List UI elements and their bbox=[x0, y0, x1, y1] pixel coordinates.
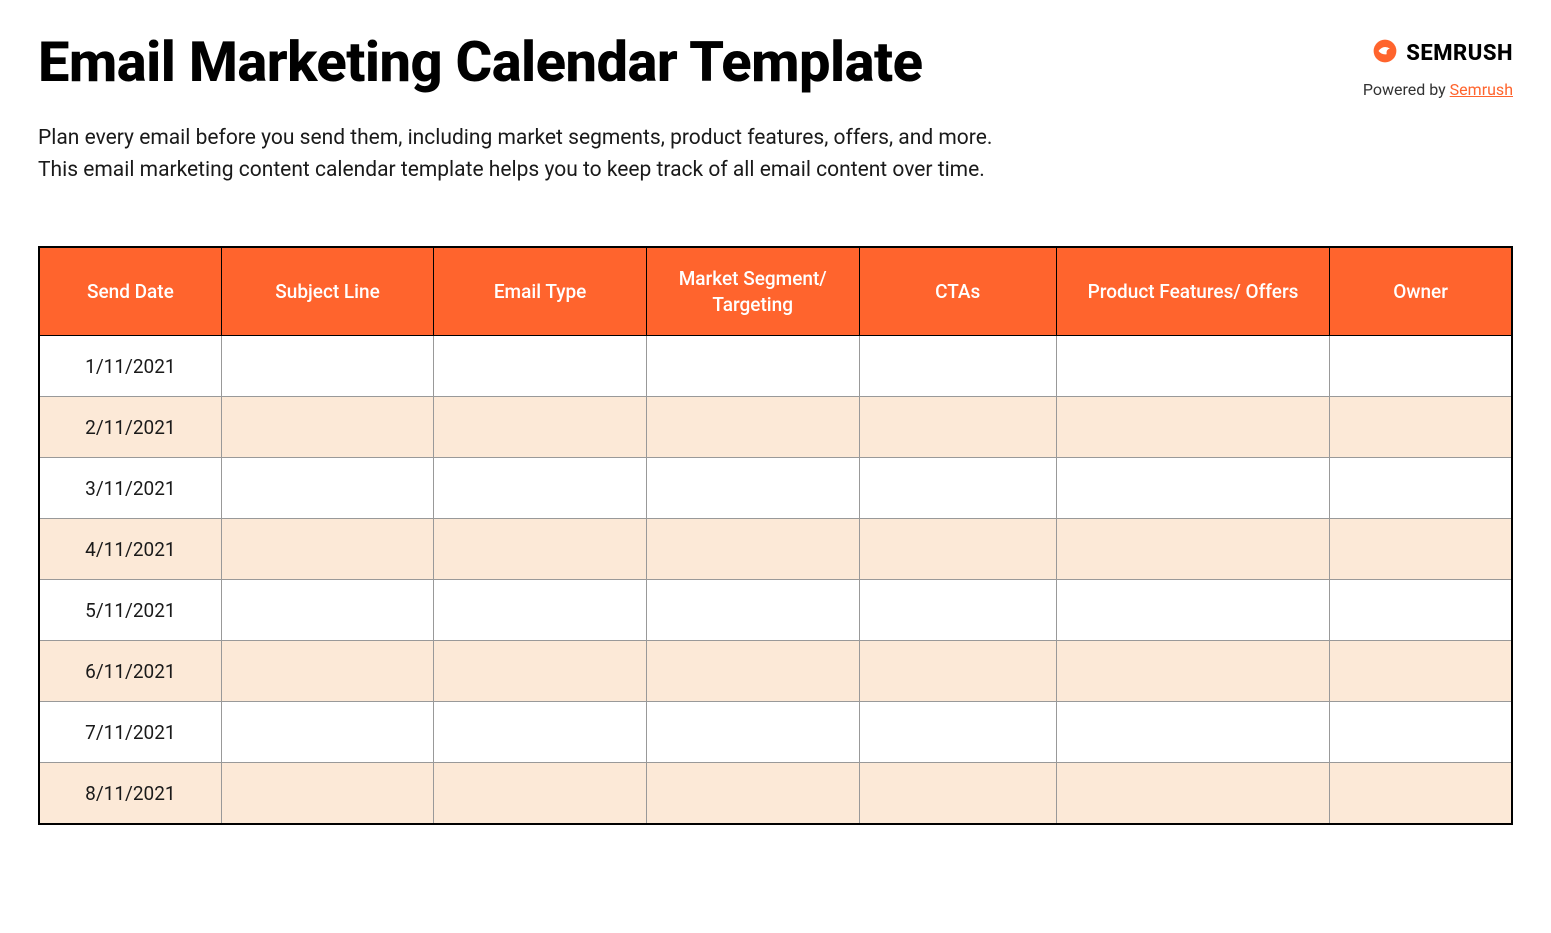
cell-market-segment bbox=[646, 519, 859, 580]
cell-subject-line bbox=[221, 458, 434, 519]
cell-ctas bbox=[859, 702, 1056, 763]
cell-subject-line bbox=[221, 336, 434, 397]
cell-market-segment bbox=[646, 702, 859, 763]
cell-owner bbox=[1330, 641, 1512, 702]
cell-ctas bbox=[859, 641, 1056, 702]
cell-ctas bbox=[859, 336, 1056, 397]
table-row: 8/11/2021 bbox=[39, 763, 1512, 824]
cell-subject-line bbox=[221, 702, 434, 763]
cell-email-type bbox=[434, 458, 647, 519]
table-row: 5/11/2021 bbox=[39, 580, 1512, 641]
cell-email-type bbox=[434, 397, 647, 458]
cell-owner bbox=[1330, 336, 1512, 397]
cell-send-date: 4/11/2021 bbox=[39, 519, 221, 580]
cell-market-segment bbox=[646, 336, 859, 397]
cell-ctas bbox=[859, 458, 1056, 519]
cell-send-date: 7/11/2021 bbox=[39, 702, 221, 763]
cell-email-type bbox=[434, 580, 647, 641]
cell-market-segment bbox=[646, 641, 859, 702]
cell-ctas bbox=[859, 397, 1056, 458]
header-send-date: Send Date bbox=[39, 247, 221, 336]
cell-owner bbox=[1330, 763, 1512, 824]
powered-by-link[interactable]: Semrush bbox=[1450, 80, 1513, 99]
header-market-segment: Market Segment/ Targeting bbox=[646, 247, 859, 336]
cell-product-features bbox=[1056, 336, 1329, 397]
table-row: 7/11/2021 bbox=[39, 702, 1512, 763]
table-row: 3/11/2021 bbox=[39, 458, 1512, 519]
cell-email-type bbox=[434, 641, 647, 702]
cell-product-features bbox=[1056, 458, 1329, 519]
cell-product-features bbox=[1056, 702, 1329, 763]
cell-send-date: 3/11/2021 bbox=[39, 458, 221, 519]
cell-owner bbox=[1330, 519, 1512, 580]
cell-market-segment bbox=[646, 763, 859, 824]
cell-email-type bbox=[434, 519, 647, 580]
flame-icon bbox=[1372, 38, 1398, 68]
cell-email-type bbox=[434, 702, 647, 763]
cell-owner bbox=[1330, 458, 1512, 519]
brand-logo: SEMRUSH bbox=[1372, 38, 1513, 68]
cell-send-date: 8/11/2021 bbox=[39, 763, 221, 824]
cell-email-type bbox=[434, 763, 647, 824]
cell-market-segment bbox=[646, 458, 859, 519]
cell-send-date: 6/11/2021 bbox=[39, 641, 221, 702]
cell-subject-line bbox=[221, 519, 434, 580]
cell-subject-line bbox=[221, 641, 434, 702]
cell-ctas bbox=[859, 580, 1056, 641]
page-title: Email Marketing Calendar Template bbox=[38, 32, 922, 94]
cell-product-features bbox=[1056, 397, 1329, 458]
cell-market-segment bbox=[646, 580, 859, 641]
cell-product-features bbox=[1056, 519, 1329, 580]
cell-product-features bbox=[1056, 763, 1329, 824]
table-row: 6/11/2021 bbox=[39, 641, 1512, 702]
cell-send-date: 2/11/2021 bbox=[39, 397, 221, 458]
header-product-features: Product Features/ Offers bbox=[1056, 247, 1329, 336]
cell-subject-line bbox=[221, 763, 434, 824]
powered-by-prefix: Powered by bbox=[1363, 80, 1450, 99]
header-subject-line: Subject Line bbox=[221, 247, 434, 336]
cell-subject-line bbox=[221, 397, 434, 458]
header-ctas: CTAs bbox=[859, 247, 1056, 336]
cell-send-date: 5/11/2021 bbox=[39, 580, 221, 641]
cell-product-features bbox=[1056, 641, 1329, 702]
table-row: 1/11/2021 bbox=[39, 336, 1512, 397]
cell-send-date: 1/11/2021 bbox=[39, 336, 221, 397]
cell-market-segment bbox=[646, 397, 859, 458]
description-text: Plan every email before you send them, i… bbox=[38, 123, 1038, 186]
header-owner: Owner bbox=[1330, 247, 1512, 336]
powered-by: Powered by Semrush bbox=[1363, 80, 1513, 99]
cell-owner bbox=[1330, 702, 1512, 763]
table-row: 2/11/2021 bbox=[39, 397, 1512, 458]
table-row: 4/11/2021 bbox=[39, 519, 1512, 580]
cell-owner bbox=[1330, 580, 1512, 641]
cell-subject-line bbox=[221, 580, 434, 641]
cell-ctas bbox=[859, 763, 1056, 824]
table-header-row: Send Date Subject Line Email Type Market… bbox=[39, 247, 1512, 336]
cell-email-type bbox=[434, 336, 647, 397]
cell-product-features bbox=[1056, 580, 1329, 641]
calendar-table: Send Date Subject Line Email Type Market… bbox=[38, 246, 1513, 825]
header-email-type: Email Type bbox=[434, 247, 647, 336]
cell-owner bbox=[1330, 397, 1512, 458]
brand-name: SEMRUSH bbox=[1406, 41, 1513, 66]
brand-column: SEMRUSH Powered by Semrush bbox=[1363, 32, 1513, 99]
cell-ctas bbox=[859, 519, 1056, 580]
